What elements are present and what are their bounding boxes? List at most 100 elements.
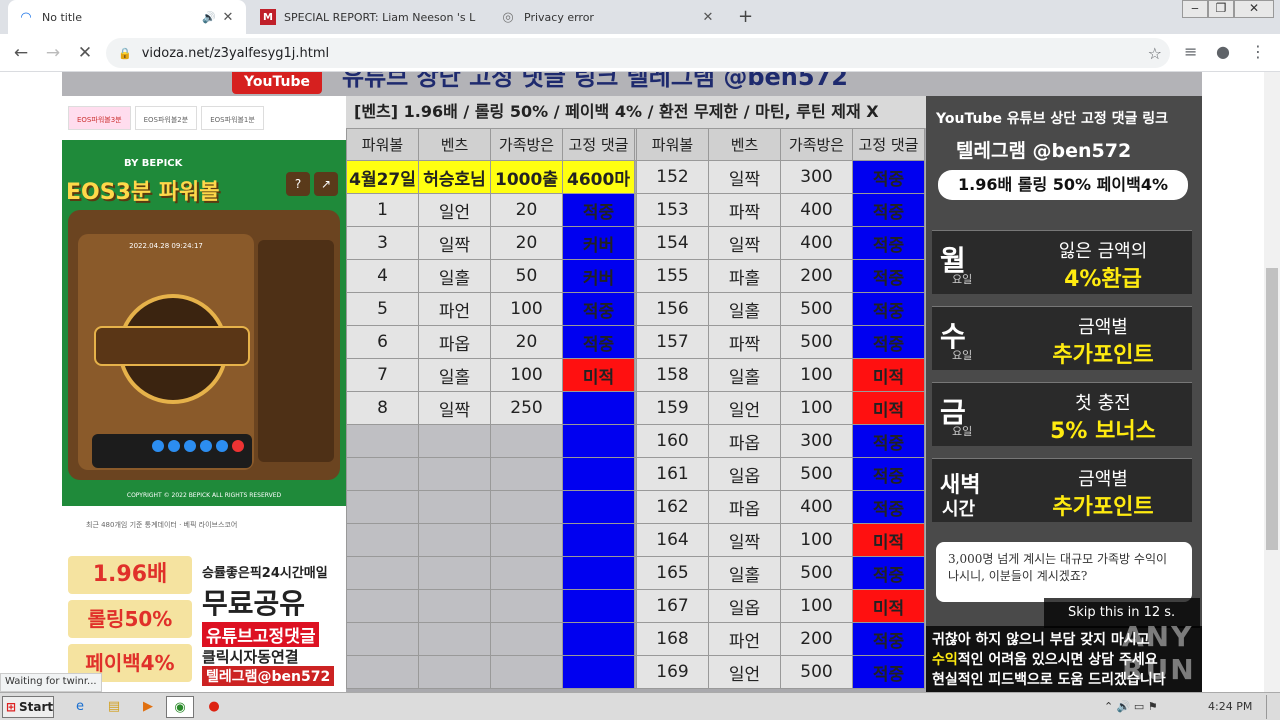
game-board: 2022.04.28 09:24:17 <box>68 210 340 480</box>
sheet-cell: 적중 <box>852 556 925 590</box>
speaker-icon[interactable]: 🔊 <box>202 11 220 24</box>
sheet-cell: 400 <box>780 226 853 260</box>
sheet-cell: 500 <box>780 292 853 326</box>
sheet-cell <box>562 490 635 524</box>
game-by: BY BEPICK <box>124 158 183 169</box>
start-button[interactable]: ⊞ Start <box>2 696 54 718</box>
video-player[interactable]: YouTube 유튜브 상단 고정 댓글 링크 텔레그램 @ben572 EOS… <box>62 72 1202 692</box>
promo-day-sub: 요일 <box>952 425 973 438</box>
sheet-cell <box>418 424 491 458</box>
sheet-cell <box>418 655 491 689</box>
clock: 4:24 PM <box>1208 700 1253 713</box>
sheet-cell: 적중 <box>562 325 635 359</box>
forward-button[interactable]: → <box>40 40 66 66</box>
rate-chip: 1.96배 롤링 50% 페이백4% <box>938 170 1188 200</box>
stats-footer: 최근 480개임 기준 통계데이터 · 베픽 라이브스코어 <box>86 521 238 529</box>
sheet-cell: 4600마 <box>562 160 635 194</box>
sheet-cell <box>418 622 491 656</box>
testimonial-quote: 3,000명 넘게 계시는 대규모 가족방 수익이 나시니, 이분들이 계시겠죠… <box>936 542 1192 602</box>
sheet-cell: 500 <box>780 457 853 491</box>
sheet-cell: 50 <box>490 259 563 293</box>
sheet-cell: 500 <box>780 325 853 359</box>
promo-day-sub: 요일 <box>952 349 973 362</box>
sheet-cell: 벤츠 <box>418 128 491 161</box>
sheet-cell: 파워볼 <box>636 128 709 161</box>
stop-button[interactable]: ✕ <box>72 40 98 66</box>
sheet-cell <box>562 391 635 425</box>
telegram-line: 텔레그램 @ben572 <box>956 140 1132 162</box>
new-tab-button[interactable]: + <box>738 6 753 27</box>
page-scrollbar[interactable] <box>1264 72 1280 692</box>
sheet-cell <box>346 490 419 524</box>
sheet-cell: 200 <box>780 259 853 293</box>
sheet-cell: 300 <box>780 424 853 458</box>
promo-ad: 1.96배 롤링50% 페이백4% 승률좋은픽24시간매일 무료공유 유튜브고정… <box>62 546 346 692</box>
media-control-icon[interactable]: ≡ <box>1184 42 1197 61</box>
close-icon[interactable]: ✕ <box>220 10 236 25</box>
media-player-icon[interactable]: ▶ <box>134 696 162 718</box>
sheet-cell: 미적 <box>852 589 925 623</box>
promo-day-sub: 요일 <box>952 273 973 286</box>
sheet-cell <box>562 523 635 557</box>
sheet-cell <box>562 457 635 491</box>
sheet-cell <box>346 622 419 656</box>
sheet-cell: 적중 <box>852 259 925 293</box>
address-bar[interactable]: 🔒 vidoza.net/z3yalfesyg1j.html ☆ <box>106 38 1170 68</box>
video-top-strip: YouTube 유튜브 상단 고정 댓글 링크 텔레그램 @ben572 <box>62 72 1202 96</box>
back-button[interactable]: ← <box>8 40 34 66</box>
anyrun-watermark: ANY RUN <box>1122 620 1196 686</box>
tab-eos1: EOS파워볼1분 <box>201 106 264 130</box>
bookmark-star-icon[interactable]: ☆ <box>1148 44 1162 63</box>
game-board-inner: 2022.04.28 09:24:17 <box>78 234 254 470</box>
chrome-icon[interactable]: ◉ <box>166 696 194 718</box>
sheet-cell: 164 <box>636 523 709 557</box>
antivirus-icon[interactable]: ● <box>200 696 228 718</box>
table-row: 162 파옵 400 적중 <box>346 490 925 524</box>
tab-eos2: EOS파워볼2분 <box>134 106 198 130</box>
sheet-cell: 100 <box>490 358 563 392</box>
sheet-cell: 일홀 <box>708 556 781 590</box>
show-desktop-button[interactable] <box>1266 695 1278 719</box>
ball-results <box>92 434 252 468</box>
scroll-thumb[interactable] <box>1266 268 1278 550</box>
profile-icon[interactable]: ● <box>1216 42 1230 61</box>
promo-day-sub: 시간 <box>942 499 976 520</box>
sheet-cell: 미적 <box>562 358 635 392</box>
tab-strip: ◠ No title 🔊 ✕ M SPECIAL REPORT: Liam Ne… <box>0 0 1280 34</box>
ad-line-4: 클릭시자동연결 <box>202 648 299 666</box>
tab-no-title[interactable]: ◠ No title 🔊 ✕ <box>8 0 246 34</box>
sheet-cell: 168 <box>636 622 709 656</box>
sheet-header: [벤츠] 1.96배 / 롤링 50% / 페이백 4% / 환전 무제한 / … <box>346 96 926 128</box>
promo-line-2: 4%환급 <box>1064 267 1142 292</box>
sheet-cell: 적중 <box>852 457 925 491</box>
ad-line-5: 텔레그램@ben572 <box>202 666 335 686</box>
sheet-cell <box>490 556 563 590</box>
sheet-cell: 159 <box>636 391 709 425</box>
promo-line-2: 추가포인트 <box>1052 495 1154 520</box>
game-date: 2022.04.28 09:24:17 <box>129 242 203 250</box>
promo-line-2: 5% 보너스 <box>1050 419 1156 444</box>
menu-icon[interactable]: ⋮ <box>1250 42 1266 61</box>
sheet-cell <box>346 589 419 623</box>
explorer-icon[interactable]: ▤ <box>100 696 128 718</box>
ad-line-2: 무료공유 <box>202 587 306 620</box>
minimize-button[interactable]: ‒ <box>1182 0 1208 18</box>
table-row: 164 일짝 100 미적 <box>346 523 925 557</box>
sheet-cell: 20 <box>490 325 563 359</box>
game-tabs: EOS파워볼3분 EOS파워볼2분 EOS파워볼1분 <box>62 96 346 140</box>
ad-line-3: 유튜브고정댓글 <box>202 622 320 647</box>
close-icon[interactable]: ✕ <box>700 10 716 25</box>
sheet-cell: 적중 <box>852 655 925 689</box>
close-window-button[interactable]: ✕ <box>1234 0 1274 18</box>
ie-icon[interactable]: e <box>66 696 94 718</box>
tab-privacy-error[interactable]: ◎ Privacy error ✕ <box>490 0 726 34</box>
sheet-cell: 파옵 <box>708 424 781 458</box>
history-list <box>258 240 334 462</box>
restore-button[interactable]: ❐ <box>1208 0 1234 18</box>
sheet-cell: 가족방은 <box>490 128 563 161</box>
tab-special-report[interactable]: M SPECIAL REPORT: Liam Neeson 's La <box>250 0 486 34</box>
betting-sheet: [벤츠] 1.96배 / 롤링 50% / 페이백 4% / 환전 무제한 / … <box>346 96 926 692</box>
sheet-cell: 일홀 <box>708 358 781 392</box>
sheet-cell <box>346 523 419 557</box>
sheet-cell: 100 <box>780 589 853 623</box>
